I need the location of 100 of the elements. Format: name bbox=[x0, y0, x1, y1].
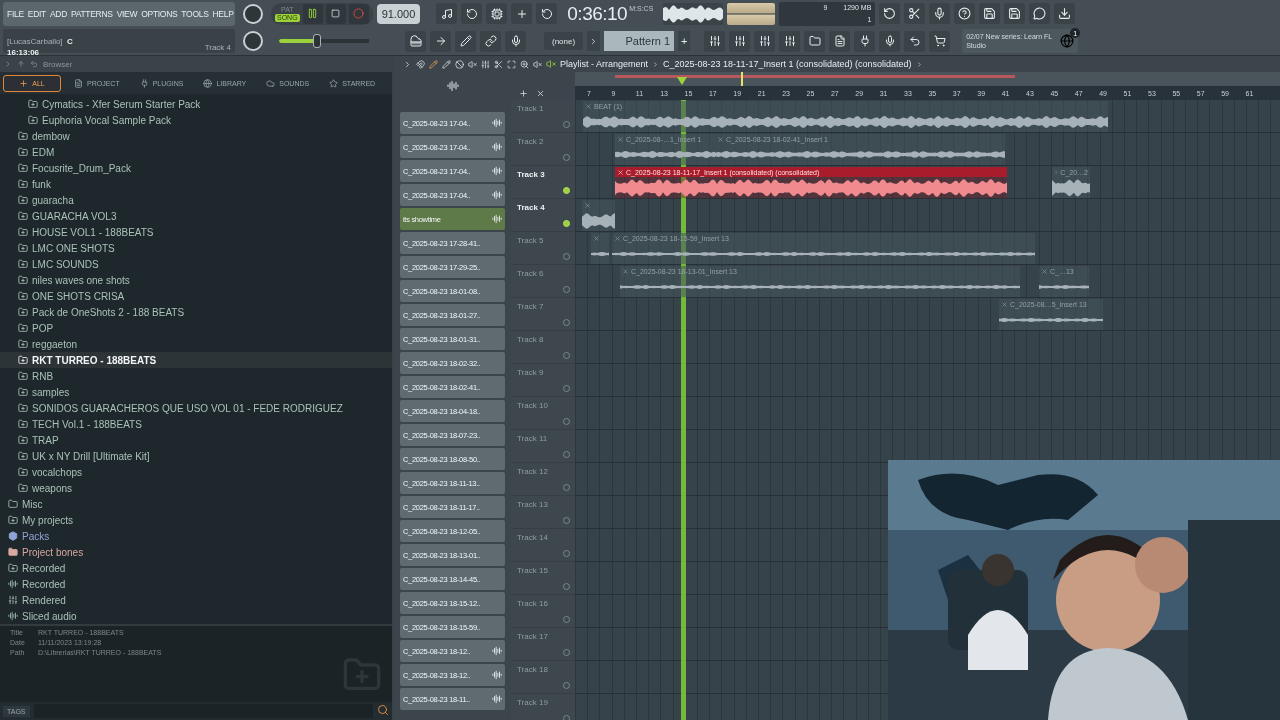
toolbar-button[interactable] bbox=[979, 3, 1001, 25]
browser-item[interactable]: RKT TURREO - 188BEATS bbox=[0, 352, 392, 368]
toolbar-button[interactable] bbox=[929, 3, 951, 25]
browser-item[interactable]: Recorded bbox=[0, 560, 392, 576]
track-name: Track 3 bbox=[517, 170, 545, 179]
pattern-field[interactable]: Pattern 1 bbox=[604, 31, 675, 52]
menu-item[interactable]: TOOLS bbox=[181, 8, 209, 19]
browser-item[interactable]: LMC SOUNDS bbox=[0, 256, 392, 272]
toolbar-button[interactable] bbox=[904, 3, 926, 25]
track-name: Track 12 bbox=[517, 467, 548, 476]
browser-item[interactable]: TRAP bbox=[0, 432, 392, 448]
browser-item[interactable]: TECH Vol.1 - 188BEATS bbox=[0, 416, 392, 432]
folder-plus-icon bbox=[18, 195, 28, 205]
document-icon bbox=[833, 35, 846, 48]
toolbar-button[interactable] bbox=[729, 30, 751, 52]
browser-item[interactable]: GUARACHA VOL3 bbox=[0, 208, 392, 224]
folder-plus-icon bbox=[18, 179, 28, 189]
browser-item[interactable]: samples bbox=[0, 384, 392, 400]
folder-plus-icon bbox=[18, 275, 28, 285]
menu-item[interactable]: HELP bbox=[212, 8, 234, 19]
toolbar-button[interactable] bbox=[430, 30, 451, 52]
toolbar-button[interactable] bbox=[1029, 3, 1051, 25]
audio-clip[interactable] bbox=[591, 233, 609, 264]
toolbar-button[interactable] bbox=[1054, 3, 1076, 25]
browser-item[interactable]: EDM bbox=[0, 144, 392, 160]
menu-item[interactable]: PATTERNS bbox=[71, 8, 113, 19]
toolbar-button[interactable] bbox=[854, 30, 876, 52]
browser-item[interactable]: guaracha bbox=[0, 192, 392, 208]
channel-selector[interactable]: (none) bbox=[544, 32, 584, 51]
toolbar-button[interactable] bbox=[704, 30, 726, 52]
toolbar-button[interactable] bbox=[505, 30, 526, 52]
loop-icon bbox=[540, 7, 553, 20]
browser-item[interactable]: Misc bbox=[0, 496, 392, 512]
cloud-icon bbox=[266, 78, 276, 88]
browser-item[interactable]: Sliced audio bbox=[0, 608, 392, 624]
browser-item[interactable]: Packs bbox=[0, 528, 392, 544]
browser-item[interactable]: niles waves one shots bbox=[0, 272, 392, 288]
toolbar-button[interactable] bbox=[879, 30, 901, 52]
globe-icon bbox=[1060, 34, 1075, 49]
track-name: Track 5 bbox=[517, 236, 544, 245]
add-pattern-button[interactable]: + bbox=[678, 31, 691, 52]
toolbar-button[interactable] bbox=[455, 30, 476, 52]
toolbar-button[interactable] bbox=[405, 30, 426, 52]
browser-item[interactable]: Rendered bbox=[0, 592, 392, 608]
toolbar-button[interactable] bbox=[461, 3, 483, 25]
browser-item[interactable]: UK x NY Drill [Ultimate Kit] bbox=[0, 448, 392, 464]
browser-item[interactable]: Euphoria Vocal Sample Pack bbox=[0, 112, 392, 128]
toolbar-button[interactable] bbox=[536, 3, 558, 25]
browser-item[interactable]: RNB bbox=[0, 368, 392, 384]
browser-item[interactable]: Pack de OneShots 2 - 188 BEATS bbox=[0, 304, 392, 320]
toolbar-button[interactable] bbox=[436, 3, 458, 25]
menu-item[interactable]: VIEW bbox=[116, 8, 138, 19]
browser-item[interactable]: Recorded bbox=[0, 576, 392, 592]
toolbar-button[interactable] bbox=[486, 3, 508, 25]
stop-button[interactable] bbox=[325, 3, 346, 24]
toolbar-button[interactable] bbox=[879, 3, 901, 25]
browser-item[interactable]: Project bones bbox=[0, 544, 392, 560]
browser-item[interactable]: Cymatics - Xfer Serum Starter Pack bbox=[0, 96, 392, 112]
plus-icon bbox=[19, 78, 29, 88]
browser-item[interactable]: POP bbox=[0, 320, 392, 336]
browser-item[interactable]: weapons bbox=[0, 480, 392, 496]
toolbar-button[interactable] bbox=[904, 30, 926, 52]
browser-item[interactable]: SONIDOS GUARACHEROS QUE USO VOL 01 - FEDE RODRIGUEZ bbox=[0, 400, 392, 416]
target-label: Track 4 bbox=[204, 43, 231, 53]
browser-item[interactable]: dembow bbox=[0, 128, 392, 144]
menu-item[interactable]: ADD bbox=[49, 8, 67, 19]
menu-item[interactable]: EDIT bbox=[27, 8, 46, 19]
browser-item[interactable]: vocalchops bbox=[0, 464, 392, 480]
toolbar-button[interactable] bbox=[804, 30, 826, 52]
menu-item[interactable]: FILE bbox=[7, 8, 24, 19]
browser-item[interactable]: funk bbox=[0, 176, 392, 192]
toolbar-button[interactable] bbox=[929, 30, 951, 52]
toolbar-button[interactable] bbox=[779, 30, 801, 52]
browser-item[interactable]: reggaeton bbox=[0, 336, 392, 352]
chip-icon bbox=[490, 7, 503, 20]
track-name: Track 19 bbox=[517, 698, 548, 707]
track-name: Track 7 bbox=[517, 302, 544, 311]
toolbar-button[interactable] bbox=[754, 30, 776, 52]
knob[interactable] bbox=[243, 3, 263, 24]
plus-icon bbox=[515, 7, 528, 20]
browser-item[interactable]: My projects bbox=[0, 512, 392, 528]
back-icon bbox=[30, 60, 38, 68]
pause-button[interactable] bbox=[302, 3, 323, 24]
tempo-field[interactable]: 91.000 bbox=[376, 3, 421, 24]
audio-clip[interactable] bbox=[582, 200, 615, 231]
browser-item[interactable]: ONE SHOTS CRISA bbox=[0, 288, 392, 304]
stop-icon bbox=[331, 9, 341, 19]
toolbar-button[interactable] bbox=[954, 3, 976, 25]
folder-plus-icon bbox=[18, 387, 28, 397]
toolbar-button[interactable] bbox=[1004, 3, 1026, 25]
star-icon bbox=[329, 78, 339, 88]
browser-item[interactable]: HOUSE VOL1 - 188BEATS bbox=[0, 224, 392, 240]
menu-item[interactable]: OPTIONS bbox=[141, 8, 178, 19]
knob[interactable] bbox=[243, 31, 263, 52]
browser-item[interactable]: Focusrite_Drum_Pack bbox=[0, 160, 392, 176]
toolbar-button[interactable] bbox=[511, 3, 533, 25]
browser-item[interactable]: LMC ONE SHOTS bbox=[0, 240, 392, 256]
folder-plus-icon bbox=[8, 515, 18, 525]
toolbar-button[interactable] bbox=[829, 30, 851, 52]
toolbar-button[interactable] bbox=[480, 30, 501, 52]
